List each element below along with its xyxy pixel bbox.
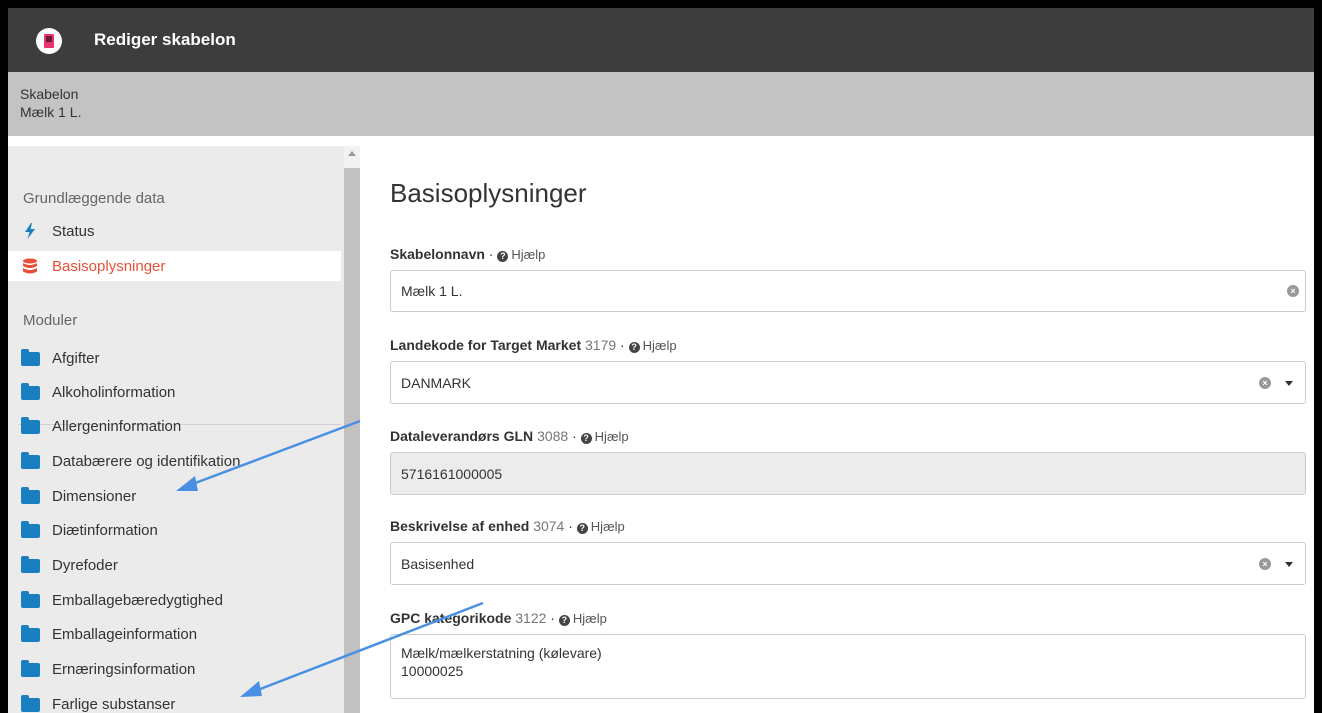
annotation-arrow-dimensioner [176, 419, 361, 491]
app-window: Rediger skabelon Skabelon Mælk 1 L. Grun… [8, 8, 1314, 713]
annotation-arrow-farlige-substanser [240, 601, 484, 697]
annotation-arrows [176, 419, 484, 697]
